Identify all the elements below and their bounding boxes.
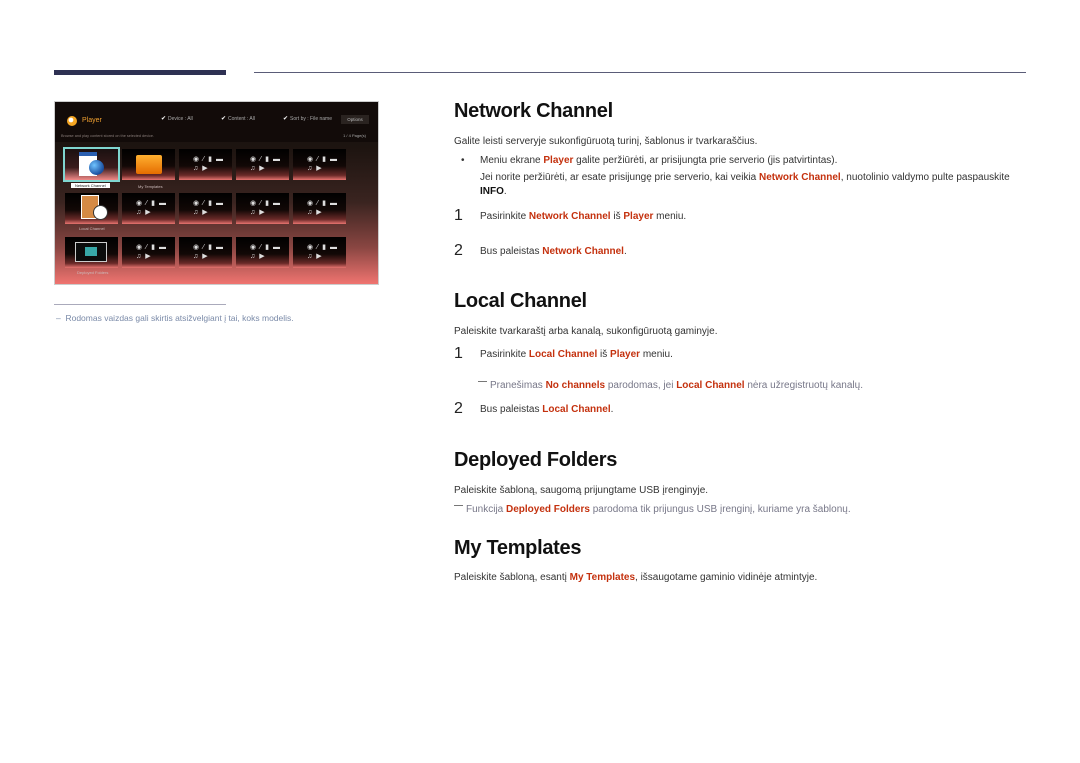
tile-label: Deployed Folders bbox=[77, 270, 109, 275]
network-bullet-line1: Meniu ekrane Player galite peržiūrėti, a… bbox=[480, 155, 838, 166]
page-count: 1 / 4 Page(s) bbox=[343, 133, 366, 138]
chevron-down-icon: ✔ bbox=[283, 116, 289, 122]
chevron-down-icon: ✔ bbox=[221, 116, 227, 122]
content-type-icons: ◉ ⁄ ▮ ▬ ♫ ▶ bbox=[193, 244, 224, 260]
tile-my-templates[interactable] bbox=[122, 149, 175, 180]
section-title-network-channel: Network Channel bbox=[454, 100, 613, 122]
content-type-icons: ◉ ⁄ ▮ ▬ ♫ ▶ bbox=[307, 244, 338, 260]
local-step-2: Bus paleistas Local Channel. bbox=[480, 404, 614, 415]
network-intro: Galite leisti serveryje sukonfigūruotą t… bbox=[454, 136, 758, 147]
step-number: 2 bbox=[454, 242, 463, 259]
player-header: Player ✔ Device : All ✔ Content : All ✔ Sor… bbox=[55, 102, 378, 142]
templates-intro: Paleiskite šabloną, esantį My Templates,… bbox=[454, 572, 818, 583]
network-bullet-line2: Jei norite peržiūrėti, ar esate prisijun… bbox=[480, 172, 1010, 183]
tile-empty[interactable]: ◉ ⁄ ▮ ▬ ♫ ▶ bbox=[236, 193, 289, 224]
tile-empty[interactable]: ◉ ⁄ ▮ ▬ ♫ ▶ bbox=[293, 237, 346, 268]
tile-empty[interactable]: ◉ ⁄ ▮ ▬ ♫ ▶ bbox=[236, 149, 289, 180]
header-rule-thick bbox=[54, 70, 226, 75]
screenshot-caption: – Rodomas vaizdas gali skirtis atsižvelg… bbox=[56, 313, 294, 323]
local-note: Pranešimas No channels parodomas, jei Lo… bbox=[478, 380, 863, 391]
player-logo-icon bbox=[67, 116, 77, 126]
tile-deployed-folders[interactable] bbox=[65, 237, 118, 268]
sort-filter[interactable]: ✔ Sort by : File name bbox=[283, 115, 332, 122]
player-screenshot: Player ✔ Device : All ✔ Content : All ✔ Sor… bbox=[54, 101, 379, 285]
note-dash-icon bbox=[454, 505, 463, 506]
content-type-icons: ◉ ⁄ ▮ ▬ ♫ ▶ bbox=[307, 200, 338, 216]
tile-label: Network Channel bbox=[71, 183, 110, 188]
tile-empty[interactable]: ◉ ⁄ ▮ ▬ ♫ ▶ bbox=[179, 237, 232, 268]
tile-label: Local Channel bbox=[79, 226, 105, 231]
deployed-note: Funkcija Deployed Folders parodoma tik p… bbox=[454, 504, 851, 515]
content-type-icons: ◉ ⁄ ▮ ▬ ♫ ▶ bbox=[193, 156, 224, 172]
network-step-2: Bus paleistas Network Channel. bbox=[480, 246, 627, 257]
folder-icon bbox=[136, 155, 162, 174]
content-type-icons: ◉ ⁄ ▮ ▬ ♫ ▶ bbox=[136, 244, 167, 260]
content-type-icons: ◉ ⁄ ▮ ▬ ♫ ▶ bbox=[250, 200, 281, 216]
section-title-deployed-folders: Deployed Folders bbox=[454, 449, 618, 471]
tile-local-channel[interactable] bbox=[65, 193, 118, 224]
content-type-icons: ◉ ⁄ ▮ ▬ ♫ ▶ bbox=[250, 244, 281, 260]
step-number: 1 bbox=[454, 207, 463, 224]
tile-empty[interactable]: ◉ ⁄ ▮ ▬ ♫ ▶ bbox=[293, 149, 346, 180]
local-intro: Paleiskite tvarkaraštį arba kanalą, suko… bbox=[454, 326, 718, 337]
section-title-local-channel: Local Channel bbox=[454, 290, 587, 312]
tile-label: My Templates bbox=[138, 184, 163, 189]
tile-empty[interactable]: ◉ ⁄ ▮ ▬ ♫ ▶ bbox=[293, 193, 346, 224]
bullet-mark: • bbox=[461, 155, 465, 166]
player-title: Player bbox=[82, 117, 102, 124]
screen-icon bbox=[75, 242, 107, 262]
network-bullet-line3: INFO. bbox=[480, 186, 507, 197]
content-type-icons: ◉ ⁄ ▮ ▬ ♫ ▶ bbox=[250, 156, 281, 172]
step-number: 1 bbox=[454, 345, 463, 362]
header-rule-thin bbox=[254, 72, 1026, 73]
note-dash-icon bbox=[478, 381, 487, 382]
player-description: Browse and play content stored on the se… bbox=[61, 134, 155, 138]
device-filter[interactable]: ✔ Device : All bbox=[161, 115, 193, 122]
deployed-intro: Paleiskite šabloną, saugomą prijungtame … bbox=[454, 485, 709, 496]
step-number: 2 bbox=[454, 400, 463, 417]
globe-icon bbox=[89, 160, 104, 175]
tile-empty[interactable]: ◉ ⁄ ▮ ▬ ♫ ▶ bbox=[179, 193, 232, 224]
caption-rule bbox=[54, 304, 226, 305]
tile-empty[interactable]: ◉ ⁄ ▮ ▬ ♫ ▶ bbox=[236, 237, 289, 268]
tile-empty[interactable]: ◉ ⁄ ▮ ▬ ♫ ▶ bbox=[122, 237, 175, 268]
network-step-1: Pasirinkite Network Channel iš Player me… bbox=[480, 211, 687, 222]
tile-empty[interactable]: ◉ ⁄ ▮ ▬ ♫ ▶ bbox=[179, 149, 232, 180]
clock-icon bbox=[93, 205, 108, 220]
content-type-icons: ◉ ⁄ ▮ ▬ ♫ ▶ bbox=[307, 156, 338, 172]
tile-empty[interactable]: ◉ ⁄ ▮ ▬ ♫ ▶ bbox=[122, 193, 175, 224]
content-type-icons: ◉ ⁄ ▮ ▬ ♫ ▶ bbox=[193, 200, 224, 216]
section-title-my-templates: My Templates bbox=[454, 537, 582, 559]
options-button[interactable]: Options bbox=[341, 115, 369, 124]
chevron-down-icon: ✔ bbox=[161, 116, 167, 122]
local-step-1: Pasirinkite Local Channel iš Player meni… bbox=[480, 349, 673, 360]
tile-network-channel[interactable] bbox=[63, 147, 120, 182]
content-type-icons: ◉ ⁄ ▮ ▬ ♫ ▶ bbox=[136, 200, 167, 216]
content-filter[interactable]: ✔ Content : All bbox=[221, 115, 255, 122]
